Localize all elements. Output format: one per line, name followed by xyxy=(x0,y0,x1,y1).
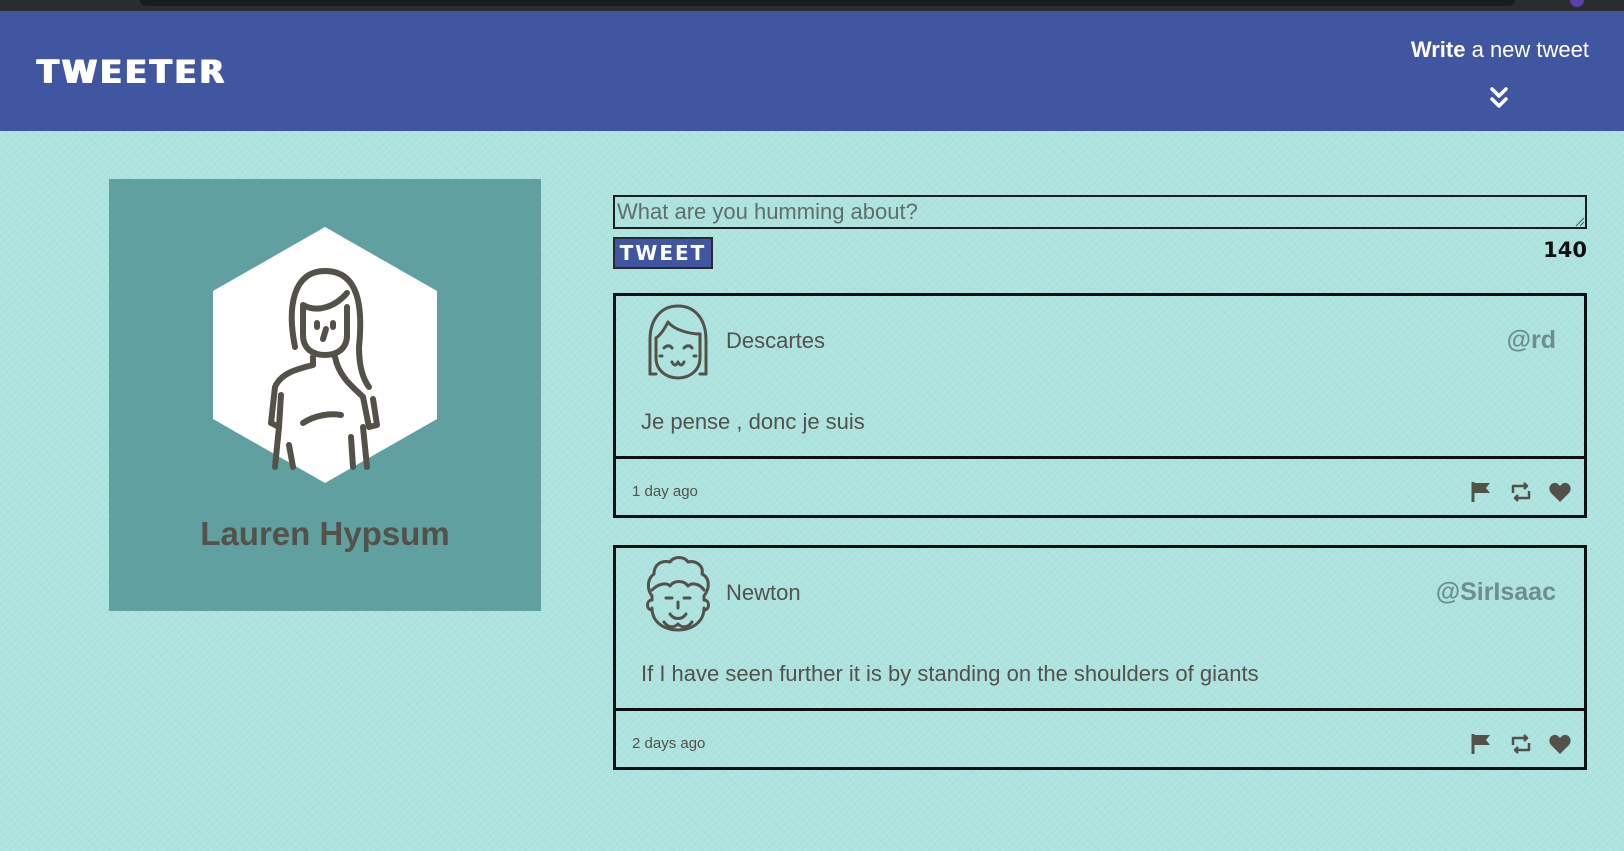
tweet-footer: 1 day ago xyxy=(616,456,1584,515)
compose-toggle-text: a new tweet xyxy=(1465,37,1589,62)
tweet-text: Je pense , donc je suis xyxy=(641,409,865,434)
double-chevron-down-icon[interactable] xyxy=(1489,85,1509,111)
tweet-submit-button[interactable]: TWEET xyxy=(613,237,713,269)
app-logo[interactable]: TWEETER xyxy=(37,53,227,91)
tweet-card: Descartes @rd Je pense , donc je suis 1 … xyxy=(613,293,1587,518)
heart-icon[interactable] xyxy=(1548,481,1572,503)
compose-toggle-strong: Write xyxy=(1410,37,1466,62)
heart-icon[interactable] xyxy=(1548,733,1572,755)
tweet-footer: 2 days ago xyxy=(616,708,1584,767)
top-nav: TWEETER Write a new tweet xyxy=(0,11,1624,131)
profile-card: Lauren Hypsum xyxy=(109,179,541,611)
bangs-face-avatar-icon xyxy=(648,304,708,380)
flag-icon[interactable] xyxy=(1470,733,1494,755)
retweet-icon[interactable] xyxy=(1509,733,1533,755)
character-counter: 140 xyxy=(1543,238,1587,262)
browser-address-bar xyxy=(140,0,1515,6)
tweet-actions xyxy=(1460,481,1572,503)
browser-extension-icon xyxy=(1570,0,1584,7)
tweet-author-name[interactable]: Newton xyxy=(726,580,801,606)
tweet-card: Newton @SirIsaac If I have seen further … xyxy=(613,545,1587,770)
flag-icon[interactable] xyxy=(1470,481,1494,503)
resize-grip-icon[interactable] xyxy=(1573,215,1585,227)
tweet-timestamp: 2 days ago xyxy=(632,735,706,752)
curly-hair-face-avatar-icon xyxy=(646,556,710,632)
retweet-icon[interactable] xyxy=(1509,481,1533,503)
tweet-compose-input[interactable] xyxy=(613,195,1587,229)
browser-top-strip xyxy=(0,0,1624,11)
tweet-timestamp: 1 day ago xyxy=(632,483,698,500)
tweet-header: Newton @SirIsaac If I have seen further … xyxy=(616,548,1584,708)
profile-name: Lauren Hypsum xyxy=(200,515,450,552)
tweet-header: Descartes @rd Je pense , donc je suis xyxy=(616,296,1584,456)
tweet-text: If I have seen further it is by standing… xyxy=(641,661,1259,686)
tweet-actions xyxy=(1460,733,1572,755)
tweet-author-name[interactable]: Descartes xyxy=(726,328,825,354)
tweet-author-handle[interactable]: @rd xyxy=(1507,326,1556,355)
woman-avatar-icon xyxy=(213,227,437,483)
write-new-tweet-toggle[interactable]: Write a new tweet xyxy=(1411,37,1589,63)
tweet-author-handle[interactable]: @SirIsaac xyxy=(1436,578,1556,607)
